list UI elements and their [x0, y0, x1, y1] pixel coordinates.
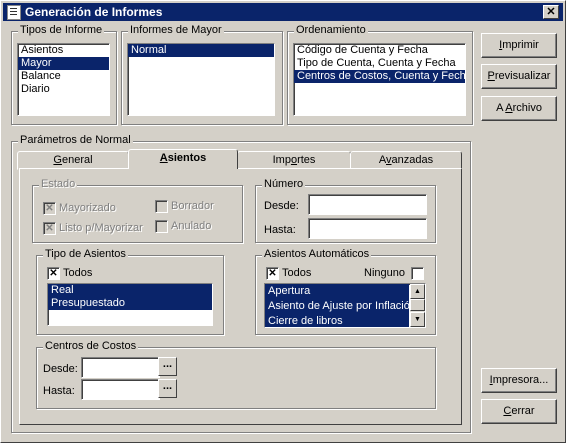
entry-type-all-label: Todos: [63, 267, 93, 279]
list-item[interactable]: Normal: [128, 44, 274, 57]
posted-label: Mayorizado: [59, 202, 116, 214]
window-title: Generación de Informes: [25, 5, 163, 19]
ordering-list[interactable]: Código de Cuenta y Fecha Tipo de Cuenta,…: [293, 43, 466, 116]
entry-type-group: Tipo de Asientos ✕ Todos Real Presupuest…: [36, 248, 224, 335]
list-item[interactable]: Asiento de Ajuste por Inflación: [265, 299, 409, 314]
automatic-all-checkbox[interactable]: ✕: [266, 267, 279, 280]
list-item[interactable]: Tipo de Cuenta, Cuenta y Fecha: [294, 57, 465, 70]
to-file-button[interactable]: A Archivo: [481, 96, 557, 121]
draft-checkbox: [155, 200, 168, 213]
ledger-report-group-title: Informes de Mayor: [128, 24, 224, 36]
number-from-label: Desde:: [264, 200, 299, 212]
ordering-group-title: Ordenamiento: [294, 24, 368, 36]
report-type-group: Tipos de Informe Asientos Mayor Balance …: [11, 24, 117, 125]
list-item[interactable]: Centros de Costos, Cuenta y Fecha: [294, 70, 465, 83]
cost-centers-group: Centros de Costos Desde: ... Hasta: ...: [36, 340, 436, 409]
list-item[interactable]: Cierre de libros: [265, 314, 409, 327]
report-type-list[interactable]: Asientos Mayor Balance Diario: [17, 43, 110, 116]
title-bar: Generación de Informes ✕: [3, 3, 563, 21]
entry-type-list[interactable]: Real Presupuestado: [47, 283, 213, 326]
automatic-none-label: Ninguno: [364, 267, 405, 279]
cost-center-from-input[interactable]: [81, 357, 160, 378]
status-group-title: Estado: [39, 178, 78, 190]
entry-type-group-title: Tipo de Asientos: [43, 248, 128, 260]
list-item[interactable]: Presupuestado: [48, 297, 212, 310]
number-to-input[interactable]: [308, 218, 427, 239]
parameters-group-title: Parámetros de Normal: [18, 134, 133, 146]
list-item[interactable]: Código de Cuenta y Fecha: [294, 44, 465, 57]
automatic-entries-list[interactable]: Apertura Asiento de Ajuste por Inflación…: [264, 283, 426, 328]
list-item[interactable]: Asientos: [18, 44, 109, 57]
cost-center-from-label: Desde:: [43, 363, 78, 375]
tab-asientos[interactable]: Asientos: [128, 149, 238, 169]
number-to-label: Hasta:: [264, 224, 296, 236]
automatic-entries-items: Apertura Asiento de Ajuste por Inflación…: [265, 284, 409, 327]
status-group: Estado ✕ Mayorizado ✕ Listo p/Mayorizar …: [32, 178, 243, 243]
list-item[interactable]: Apertura: [265, 284, 409, 299]
asientos-tab-panel: Estado ✕ Mayorizado ✕ Listo p/Mayorizar …: [19, 168, 462, 425]
scroll-up-arrow-icon[interactable]: ▲: [410, 284, 425, 299]
close-dialog-button[interactable]: Cerrar: [481, 399, 557, 424]
printer-button[interactable]: Impresora...: [481, 368, 557, 393]
list-item[interactable]: Diario: [18, 83, 109, 96]
scroll-thumb[interactable]: [410, 299, 425, 311]
cost-centers-group-title: Centros de Costos: [43, 340, 139, 352]
automatic-entries-scrollbar[interactable]: ▲ ▼: [410, 284, 425, 327]
automatic-entries-group-title: Asientos Automáticos: [262, 248, 372, 260]
automatic-all-label: Todos: [282, 267, 312, 279]
entry-type-all-checkbox[interactable]: ✕: [47, 267, 60, 280]
scroll-down-arrow-icon[interactable]: ▼: [410, 312, 425, 327]
cost-center-to-input[interactable]: [81, 379, 160, 400]
ledger-report-group: Informes de Mayor Normal: [121, 24, 283, 125]
cost-center-to-browse-button[interactable]: ...: [158, 379, 177, 398]
report-dialog: Generación de Informes ✕ Tipos de Inform…: [0, 0, 566, 443]
cost-center-from-browse-button[interactable]: ...: [158, 357, 177, 376]
list-item[interactable]: Mayor: [18, 57, 109, 70]
automatic-entries-group: Asientos Automáticos ✕ Todos Ninguno Ape…: [255, 248, 436, 335]
number-from-input[interactable]: [308, 194, 427, 215]
print-button[interactable]: Imprimir: [481, 33, 557, 58]
voided-label: Anulado: [171, 220, 212, 232]
draft-label: Borrador: [171, 200, 214, 212]
voided-checkbox: [155, 220, 168, 233]
ordering-group: Ordenamiento Código de Cuenta y Fecha Ti…: [287, 24, 473, 125]
cost-center-to-label: Hasta:: [43, 385, 75, 397]
ledger-report-list[interactable]: Normal: [127, 43, 275, 116]
ready-to-post-checkbox: ✕: [43, 222, 56, 235]
preview-button[interactable]: Previsualizar: [481, 64, 557, 89]
close-button[interactable]: ✕: [543, 5, 559, 19]
ready-to-post-label: Listo p/Mayorizar: [59, 222, 143, 234]
posted-checkbox: ✕: [43, 202, 56, 215]
report-document-icon: [7, 5, 21, 20]
list-item[interactable]: Balance: [18, 70, 109, 83]
automatic-none-checkbox[interactable]: [411, 267, 424, 280]
report-type-group-title: Tipos de Informe: [18, 24, 105, 36]
number-group-title: Número: [262, 178, 306, 190]
number-group: Número Desde: Hasta:: [255, 178, 436, 243]
list-item[interactable]: Real: [48, 284, 212, 297]
